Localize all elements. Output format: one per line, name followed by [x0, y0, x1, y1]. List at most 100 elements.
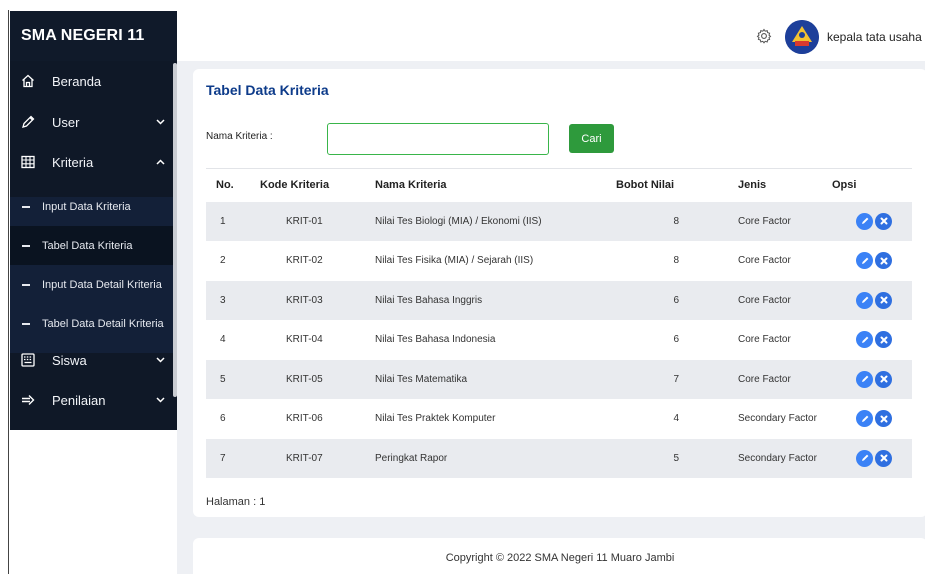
delete-icon[interactable]: [875, 410, 892, 428]
cell-jenis: Core Factor: [704, 359, 832, 399]
avatar[interactable]: [785, 20, 819, 54]
cell-bobot: 4: [673, 413, 679, 425]
cell-opsi: [832, 399, 912, 439]
cell-opsi: [832, 241, 912, 281]
grid-table-icon: [21, 155, 35, 169]
search-button[interactable]: Cari: [569, 124, 614, 153]
sidebar-item-kriteria[interactable]: Kriteria: [10, 143, 173, 181]
delete-icon[interactable]: [875, 449, 892, 467]
chevron-up-icon: [155, 159, 165, 165]
cell-nama: Nilai Tes Bahasa Inggris: [371, 280, 616, 320]
table-header-row: No. Kode Kriteria Nama Kriteria Bobot Ni…: [206, 168, 912, 202]
edit-icon[interactable]: [856, 331, 873, 349]
cell-nama: Nilai Tes Fisika (MIA) / Sejarah (IIS): [375, 255, 534, 267]
table-row: 6 KRIT-06 Nilai Tes Praktek Komputer 4 Secon…: [206, 399, 912, 439]
copyright-text: Copyright © 2022 SMA Negeri 11 Muaro Jam…: [445, 552, 675, 564]
cell-bobot: 7: [616, 359, 704, 399]
username[interactable]: kepala tata usaha: [827, 30, 922, 44]
top-header: kepala tata usaha: [177, 11, 925, 61]
cell-opsi: [832, 201, 912, 241]
submenu-item-tabel-data-detail-kriteria[interactable]: Tabel Data Detail Kriteria: [10, 304, 173, 343]
cell-kode: KRIT-05: [256, 359, 371, 399]
pen-icon: [21, 115, 35, 129]
cell-no: 4: [220, 334, 226, 346]
gear-icon[interactable]: [756, 28, 772, 44]
cell-jenis: Core Factor: [738, 334, 791, 346]
cell-opsi: [832, 280, 912, 320]
edit-icon[interactable]: [856, 252, 873, 270]
cell-no: 1: [206, 201, 256, 241]
delete-icon[interactable]: [875, 370, 892, 388]
chevron-down-icon: [155, 397, 165, 403]
cell-jenis: Core Factor: [738, 255, 791, 267]
column-header: Jenis: [704, 168, 832, 202]
cell-kode: KRIT-03: [256, 280, 371, 320]
dash-icon: [22, 283, 30, 286]
kriteria-submenu: Input Data Kriteria Tabel Data Kriteria …: [10, 197, 173, 353]
sidebar-item-user[interactable]: User: [10, 103, 173, 141]
submenu-item-tabel-data-kriteria[interactable]: Tabel Data Kriteria: [10, 226, 173, 265]
arrow-right-icon: [21, 393, 35, 407]
main-content: Tabel Data Kriteria Nama Kriteria : Cari…: [177, 61, 925, 574]
cell-bobot: 6: [616, 280, 704, 320]
sidebar: SMA NEGERI 11 Beranda User Kriteria Inpu…: [10, 11, 177, 430]
column-header: Opsi: [832, 168, 912, 202]
cell-kode: KRIT-04: [286, 334, 323, 346]
sidebar-item-siswa[interactable]: Siswa: [10, 341, 173, 379]
sidebar-item-label: Kriteria: [52, 154, 94, 170]
sidebar-brand: SMA NEGERI 11: [10, 11, 177, 61]
cell-no: 2: [220, 255, 226, 267]
cell-bobot: 5: [616, 438, 704, 478]
cell-opsi: [832, 359, 912, 399]
dash-icon: [22, 205, 30, 208]
delete-icon[interactable]: [875, 252, 892, 270]
dash-icon: [22, 244, 30, 247]
delete-icon[interactable]: [875, 212, 892, 230]
submenu-item-input-data-detail-kriteria[interactable]: Input Data Detail Kriteria: [10, 265, 173, 304]
edit-icon[interactable]: [856, 291, 873, 309]
cell-bobot: 8: [673, 255, 679, 267]
search-input[interactable]: [327, 123, 549, 155]
pagination: Halaman : 1: [206, 496, 266, 508]
submenu-item-label: Input Data Kriteria: [42, 200, 131, 213]
cell-nama: Nilai Tes Matematika: [371, 359, 616, 399]
edit-icon[interactable]: [856, 410, 873, 428]
sidebar-item-penilaian[interactable]: Penilaian: [10, 381, 173, 419]
column-header: Bobot Nilai: [616, 168, 704, 202]
edit-icon[interactable]: [856, 370, 873, 388]
sidebar-item-label: Beranda: [52, 73, 102, 89]
sidebar-item-beranda[interactable]: Beranda: [10, 62, 173, 100]
cell-jenis: Secondary Factor: [738, 413, 817, 425]
cell-jenis: Core Factor: [704, 280, 832, 320]
cell-bobot: 8: [616, 201, 704, 241]
kriteria-table: No. Kode Kriteria Nama Kriteria Bobot Ni…: [206, 168, 912, 478]
edit-icon[interactable]: [856, 212, 873, 230]
table-row: 2 KRIT-02 Nilai Tes Fisika (MIA) / Sejarah…: [206, 241, 912, 281]
window-left-edge: [0, 10, 9, 574]
sidebar-item-label: Penilaian: [52, 392, 106, 408]
submenu-item-label: Tabel Data Detail Kriteria: [42, 317, 164, 330]
table-row: 3 KRIT-03 Nilai Tes Bahasa Inggris 6 Core Fa…: [206, 280, 912, 320]
cell-nama: Nilai Tes Biologi (MIA) / Ekonomi (IIS): [371, 201, 616, 241]
chevron-down-icon: [155, 357, 165, 363]
window-top-edge: [0, 0, 925, 10]
delete-icon[interactable]: [875, 331, 892, 349]
column-header: Kode Kriteria: [256, 168, 371, 202]
sidebar-item-label: Siswa: [52, 352, 87, 368]
column-header: Nama Kriteria: [371, 168, 616, 202]
keyboard-icon: [21, 353, 35, 367]
delete-icon[interactable]: [875, 291, 892, 309]
cell-nama: Nilai Tes Praktek Komputer: [375, 413, 496, 425]
edit-icon[interactable]: [856, 449, 873, 467]
cell-opsi: [832, 438, 912, 478]
cell-kode: KRIT-01: [256, 201, 371, 241]
submenu-item-input-data-kriteria[interactable]: Input Data Kriteria: [10, 187, 173, 226]
cell-jenis: Core Factor: [704, 201, 832, 241]
cell-nama: Nilai Tes Bahasa Indonesia: [375, 334, 496, 346]
cell-kode: KRIT-06: [286, 413, 323, 425]
dash-icon: [22, 322, 30, 325]
kriteria-card: Tabel Data Kriteria Nama Kriteria : Cari…: [193, 69, 925, 517]
cell-no: 7: [206, 438, 256, 478]
cell-no: 5: [206, 359, 256, 399]
table-row: 4 KRIT-04 Nilai Tes Bahasa Indonesia 6 Core …: [206, 320, 912, 360]
